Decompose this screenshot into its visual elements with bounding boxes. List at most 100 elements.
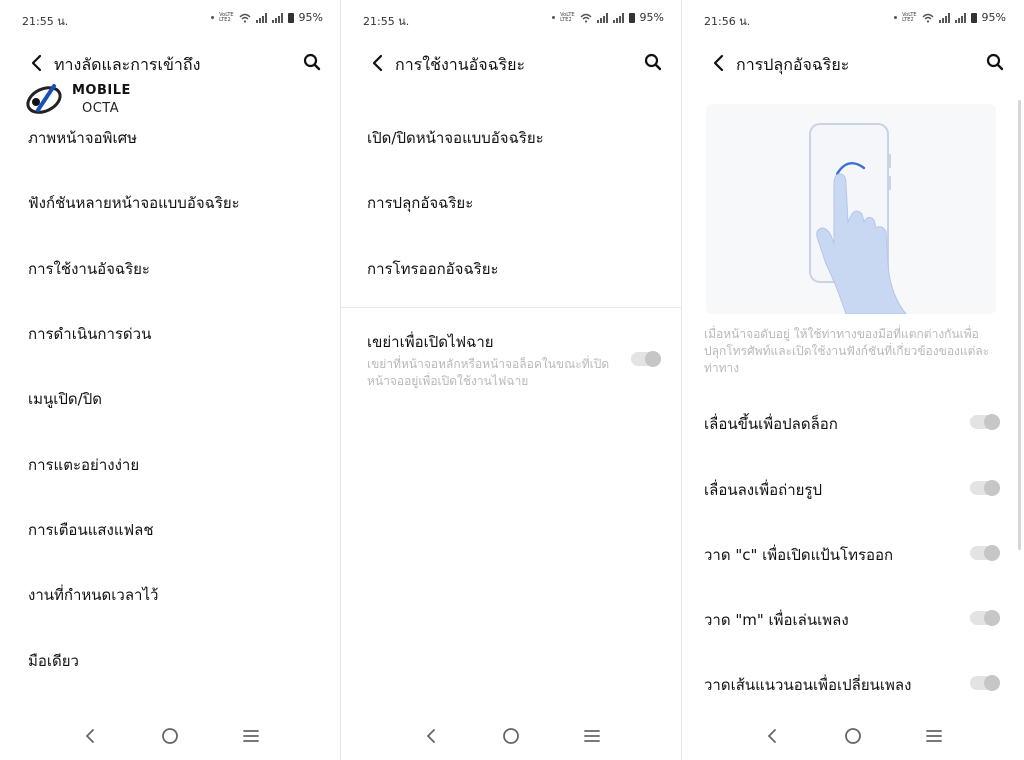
watermark-line1: MOBILE [72,83,131,98]
navigation-bar [682,712,1024,760]
header: การใช้งานอัจฉริยะ [341,46,682,82]
list-item-special-screenshot[interactable]: ภาพหน้าจอพิเศษ [28,126,137,150]
notification-dot-icon [894,16,898,19]
nav-back-button[interactable] [76,722,104,750]
nav-back-icon [85,729,95,743]
toggle-label-draw-m-music: วาด "m" เพื่อเล่นเพลง [704,611,849,629]
list-item-flash-alert[interactable]: การเตือนแสงแฟลช [28,518,154,542]
toggle-knob [984,414,1000,430]
nav-home-button[interactable] [497,722,525,750]
wake-gesture-illustration [706,104,996,314]
toggle-knob [984,545,1000,561]
search-icon [986,53,1004,71]
draw-m-music-toggle[interactable] [970,610,1000,626]
watermark-line2: OCTA [82,101,120,116]
search-button[interactable] [301,51,323,73]
screen-smart-wake: 21:56 น. VoLTE LTE2 95% การปลุกอัจฉริยะ เ [682,0,1024,760]
search-button[interactable] [642,51,664,73]
swipe-up-unlock-toggle[interactable] [970,414,1000,430]
toggle-label-swipe-up-unlock: เลื่อนขึ้นเพื่อปลดล็อก [704,415,838,433]
nav-home-icon [845,728,861,744]
mobile-octa-watermark: MOBILE OCTA [24,82,144,122]
header: ทางลัดและการเข้าถึง [0,46,341,82]
status-icons: VoLTE LTE2 95% [552,11,664,24]
signal-2-icon [612,12,624,23]
wifi-icon [922,13,934,23]
signal-1-icon [596,12,608,23]
mobile-octa-logo-icon [26,84,62,114]
nav-back-button[interactable] [758,722,786,750]
nav-menu-button[interactable] [578,722,606,750]
nav-home-icon [503,728,520,744]
status-time: 21:55 น. [22,15,69,28]
horizontal-line-next-song-toggle[interactable] [970,675,1000,691]
status-icons: VoLTE LTE2 95% [211,11,323,24]
section-divider [341,307,682,308]
wifi-icon [580,13,592,23]
status-icons: VoLTE LTE2 95% [894,11,1006,24]
wifi-icon [239,13,251,23]
list-item-easy-touch[interactable]: การแตะอย่างง่าย [28,453,139,477]
toggle-label-horizontal-line-next-song: วาดเส้นแนวนอนเพื่อเปลี่ยนเพลง [704,676,912,694]
toggle-knob [984,480,1000,496]
chevron-left-icon [372,54,383,72]
page-title: การใช้งานอัจฉริยะ [395,55,526,74]
toggle-label-draw-c-dialer: วาด "c" เพื่อเปิดแป้นโทรออก [704,546,894,564]
phone-hand-gesture-icon [809,123,907,314]
nav-menu-icon [925,730,942,742]
list-item-quick-actions[interactable]: การดำเนินการด่วน [28,322,151,346]
nav-menu-icon [242,730,259,742]
battery-percent: 95% [639,11,664,24]
volte-icon: VoLTE LTE2 [219,11,234,23]
smart-wake-description: เมื่อหน้าจอดับอยู่ ให้ใช้ท่าทางของมือที่… [704,327,990,375]
list-item-smart-wake[interactable]: การปลุกอัจฉริยะ [367,191,473,215]
list-item-smart-multi-screen[interactable]: ฟังก์ชันหลายหน้าจอแบบอัจฉริยะ [28,191,240,215]
nav-back-button[interactable] [417,722,445,750]
screen-smart-usage: 21:55 น. VoLTE LTE2 95% การใช้งานอัจฉริยะ… [341,0,682,760]
shake-flashlight-toggle[interactable] [631,351,661,367]
list-item-scheduled-tasks[interactable]: งานที่กำหนดเวลาไว้ [28,583,158,607]
search-button[interactable] [984,51,1006,73]
draw-c-dialer-toggle[interactable] [970,545,1000,561]
battery-percent: 95% [298,11,323,24]
list-item-smart-usage[interactable]: การใช้งานอัจฉริยะ [28,257,150,281]
screen-shortcuts-accessibility: 21:55 น. VoLTE LTE2 95% ทางลัดและการเข้าถ… [0,0,341,760]
status-time: 21:56 น. [704,15,751,28]
status-bar: 21:55 น. VoLTE LTE2 95% [341,0,682,36]
scrollbar[interactable] [1018,100,1021,550]
navigation-bar [0,712,341,760]
back-button[interactable] [708,52,728,74]
back-button[interactable] [367,52,387,74]
page-title: การปลุกอัจฉริยะ [736,55,850,74]
battery-icon [970,12,977,23]
battery-percent: 95% [981,11,1006,24]
signal-1-icon [255,12,267,23]
volte-icon: VoLTE LTE2 [560,11,575,23]
nav-home-button[interactable] [156,722,184,750]
toggle-label-swipe-down-camera: เลื่อนลงเพื่อถ่ายรูป [704,481,822,499]
shake-flashlight-description: เขย่าที่หน้าจอหลักหรือหน้าจอล็อคในขณะที่… [367,357,610,388]
nav-home-button[interactable] [839,722,867,750]
back-button[interactable] [26,52,46,74]
list-item-smart-screen-on-off[interactable]: เปิด/ปิดหน้าจอแบบอัจฉริยะ [367,126,544,150]
notification-dot-icon [552,16,556,19]
status-bar: 21:56 น. VoLTE LTE2 95% [682,0,1024,36]
page-title: ทางลัดและการเข้าถึง [54,55,201,74]
nav-home-icon [162,728,179,744]
battery-icon [628,12,635,23]
status-bar: 21:55 น. VoLTE LTE2 95% [0,0,341,36]
shake-flashlight-title: เขย่าเพื่อเปิดไฟฉาย [367,333,494,351]
list-item-one-hand[interactable]: มือเดียว [28,649,79,673]
list-item-power-menu[interactable]: เมนูเปิด/ปิด [28,387,102,411]
nav-menu-button[interactable] [237,722,265,750]
header: การปลุกอัจฉริยะ [682,46,1024,82]
swipe-down-camera-toggle[interactable] [970,480,1000,496]
nav-menu-button[interactable] [920,722,948,750]
volte-icon: VoLTE LTE2 [902,11,917,23]
signal-1-icon [938,12,950,23]
list-item-smart-call[interactable]: การโทรออกอัจฉริยะ [367,257,499,281]
signal-2-icon [271,12,283,23]
battery-icon [287,12,294,23]
toggle-knob [984,675,1000,691]
chevron-left-icon [31,54,42,72]
